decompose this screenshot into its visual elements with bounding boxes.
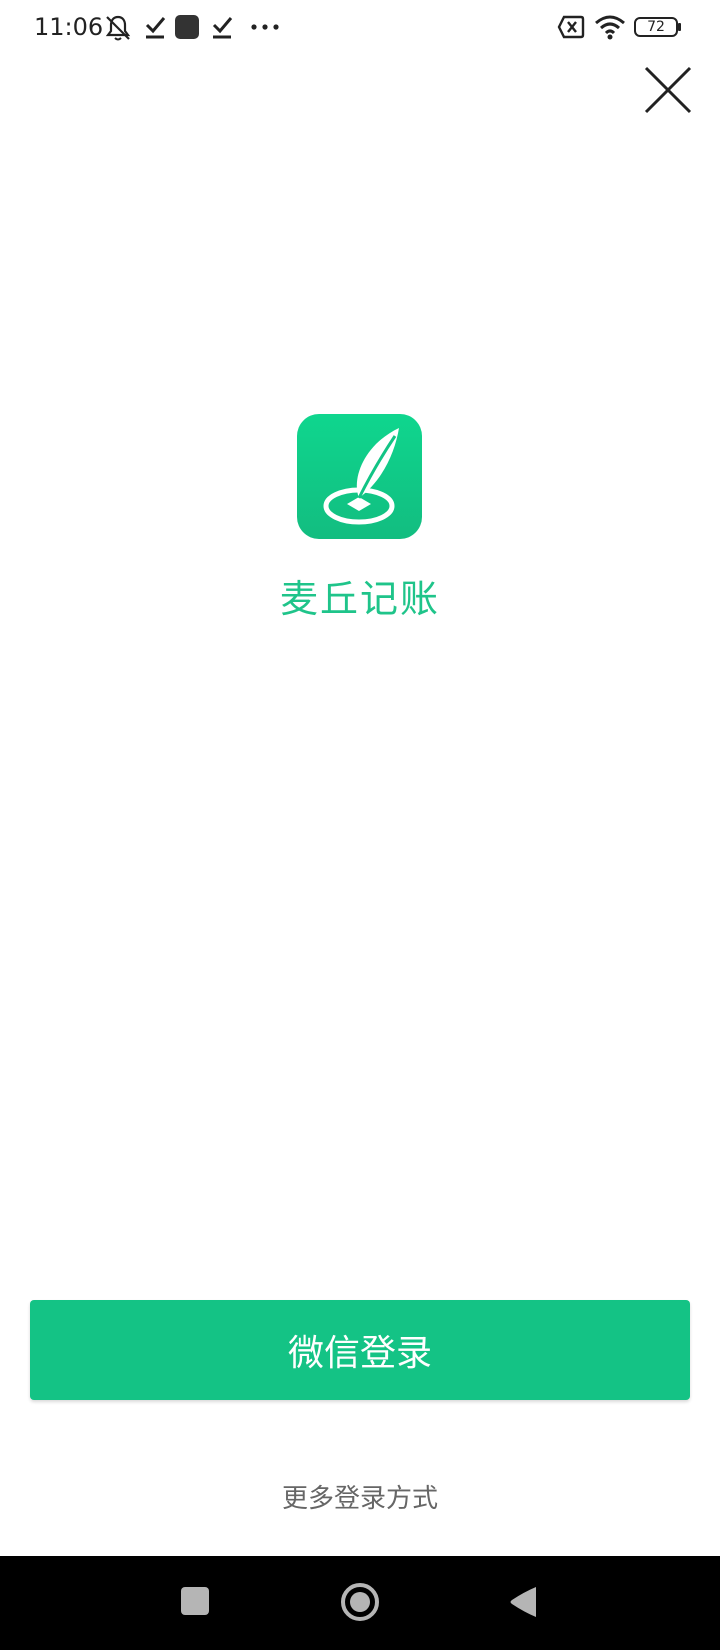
system-nav-bar bbox=[0, 1556, 720, 1650]
status-bar: 11:06 72 bbox=[0, 0, 720, 56]
app-logo bbox=[297, 414, 422, 539]
back-triangle-icon[interactable] bbox=[508, 1585, 538, 1619]
mute-icon bbox=[105, 15, 131, 41]
more-dots-icon bbox=[251, 24, 279, 30]
app-name: 麦丘记账 bbox=[279, 577, 440, 621]
battery-tip bbox=[678, 23, 681, 31]
close-button[interactable] bbox=[640, 62, 696, 118]
home-circle-icon[interactable] bbox=[339, 1581, 381, 1623]
feather-pen-icon bbox=[297, 414, 422, 539]
battery-icon: 72 bbox=[634, 17, 678, 37]
recents-square-icon[interactable] bbox=[181, 1587, 209, 1615]
battery-level: 72 bbox=[647, 19, 665, 35]
close-icon bbox=[644, 66, 692, 114]
status-time: 11:06 bbox=[34, 13, 104, 41]
download-done-icon bbox=[145, 17, 166, 39]
download-done-icon bbox=[212, 17, 233, 39]
wechat-login-button[interactable]: 微信登录 bbox=[30, 1300, 690, 1400]
sim-x-icon bbox=[557, 15, 585, 39]
more-login-options-link[interactable]: 更多登录方式 bbox=[0, 1478, 720, 1515]
wifi-icon bbox=[595, 15, 625, 40]
app-square-icon bbox=[175, 15, 199, 39]
